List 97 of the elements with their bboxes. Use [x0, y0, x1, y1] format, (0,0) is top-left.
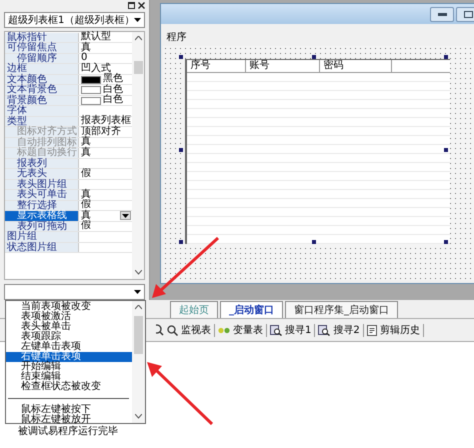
resize-handle[interactable]: [179, 240, 184, 244]
property-value: 报表列表框: [81, 116, 131, 126]
event-option[interactable]: 表头被单击: [6, 322, 132, 332]
event-option[interactable]: 表项被激活: [6, 312, 132, 322]
property-name: 报表列: [5, 158, 79, 168]
document-search-icon: [318, 324, 330, 336]
property-value: 默认型: [81, 32, 111, 42]
property-row[interactable]: 可停留焦点 真: [5, 43, 132, 54]
property-name: 表头图片组: [5, 180, 79, 190]
resize-handle[interactable]: [312, 240, 316, 244]
resize-handle[interactable]: [444, 240, 448, 244]
program-label: 程序: [165, 30, 188, 45]
property-value: 真: [81, 137, 91, 148]
annotation-arrow: [147, 362, 214, 426]
property-value: 黑色: [103, 74, 123, 84]
property-name: 图片组: [5, 232, 79, 242]
search-icon[interactable]: [156, 324, 164, 336]
minimize-icon: [438, 12, 447, 16]
editor-tab[interactable]: 起始页: [170, 301, 218, 318]
scrollbar-thumb[interactable]: [134, 60, 143, 74]
editor-tab[interactable]: _启动窗口: [220, 301, 283, 318]
object-selector[interactable]: 超级列表框1（超级列表框）: [4, 12, 146, 28]
dropdown-button[interactable]: [120, 211, 132, 220]
property-name: 文本颜色: [5, 74, 79, 84]
property-name: 整行选择: [5, 200, 79, 210]
list-control[interactable]: 序号 账号 密码: [185, 59, 450, 244]
column-header[interactable]: 密码: [320, 60, 392, 72]
resize-handle[interactable]: [444, 148, 448, 152]
document-search-icon: [270, 324, 282, 336]
property-value: 真: [81, 42, 91, 53]
property-row[interactable]: 无表头 假: [5, 169, 132, 180]
event-option[interactable]: 结束编辑: [6, 372, 132, 382]
close-icon[interactable]: [138, 2, 146, 9]
property-name: 显示表格线: [5, 211, 79, 221]
caret-icon: [134, 290, 142, 294]
property-value: 白色: [103, 84, 123, 95]
property-name: 字体: [5, 106, 79, 116]
search-icon: [167, 324, 178, 336]
property-name: 无表头: [5, 169, 79, 179]
event-option[interactable]: 左键单击表项: [6, 342, 132, 352]
property-name: 鼠标指针: [5, 32, 79, 42]
toolbar-button[interactable]: 监视表: [167, 323, 211, 337]
property-name: 图标对齐方式: [5, 127, 79, 137]
property-name: 背景颜色: [5, 96, 79, 106]
resize-handle[interactable]: [179, 148, 184, 152]
property-value: 顶部对齐: [81, 126, 121, 137]
property-name: 表头可单击: [5, 190, 79, 200]
scrollbar[interactable]: [132, 32, 144, 280]
event-option[interactable]: 当前表项被改变: [6, 302, 132, 312]
event-option[interactable]: 鼠标左键被按下: [6, 405, 132, 415]
scrollbar-thumb[interactable]: [134, 316, 143, 354]
column-header[interactable]: 序号: [187, 60, 246, 72]
property-value: 假: [81, 168, 91, 180]
resize-handle[interactable]: [179, 55, 184, 59]
scrollbar[interactable]: [132, 301, 145, 423]
maximize-icon: [464, 10, 473, 18]
document-icon: [366, 324, 377, 336]
property-name: 表列可拖动: [5, 222, 79, 232]
event-option[interactable]: 表项跟踪: [6, 332, 132, 342]
event-option[interactable]: 检查框状态被改变: [6, 382, 132, 392]
event-option[interactable]: 开始编辑: [6, 362, 132, 372]
event-option[interactable]: 鼠标左键被放开: [6, 415, 132, 425]
property-name: 状态图片组: [5, 242, 79, 252]
property-value: 假: [81, 221, 91, 232]
event-selector[interactable]: [4, 284, 146, 300]
property-name: 类型: [5, 116, 79, 126]
editor-tab[interactable]: 窗口程序集_启动窗口: [285, 301, 398, 318]
resize-handle[interactable]: [444, 55, 448, 59]
property-name: 文本背景色: [5, 85, 79, 95]
toolbar-button[interactable]: 变量表: [218, 323, 263, 337]
property-name: 停留顺序: [5, 54, 79, 64]
property-row[interactable]: 状态图片组: [5, 242, 132, 254]
property-name: 标题自动换行: [5, 148, 79, 158]
restore-icon[interactable]: [128, 2, 136, 9]
resize-handle[interactable]: [312, 55, 316, 59]
property-name: 可停留焦点: [5, 43, 79, 53]
variables-icon: [218, 326, 230, 334]
annotation-arrow: [152, 236, 220, 298]
toolbar-button[interactable]: 搜寻2: [318, 323, 360, 337]
property-value: 假: [81, 200, 91, 210]
output-message: 被调试易程序运行完毕: [18, 424, 118, 438]
property-value: 真: [81, 190, 91, 200]
toolbar-button[interactable]: 搜寻1: [270, 323, 312, 337]
property-row[interactable]: 图片组: [5, 232, 132, 243]
property-value: 凹入式: [81, 64, 111, 74]
maximize-button[interactable]: [456, 6, 474, 22]
property-value: 白色: [103, 95, 123, 106]
property-value: 真: [81, 148, 91, 158]
caret-icon: [134, 18, 142, 22]
property-value: 0: [81, 53, 88, 64]
property-name: 自动排列图标: [5, 138, 79, 148]
toolbar-button[interactable]: 剪辑历史: [366, 323, 420, 337]
column-header[interactable]: 账号: [246, 60, 320, 72]
property-value: 真: [81, 210, 91, 221]
property-name: 边框: [5, 64, 79, 74]
caret-icon: [122, 214, 130, 218]
minimize-button[interactable]: [430, 6, 454, 22]
